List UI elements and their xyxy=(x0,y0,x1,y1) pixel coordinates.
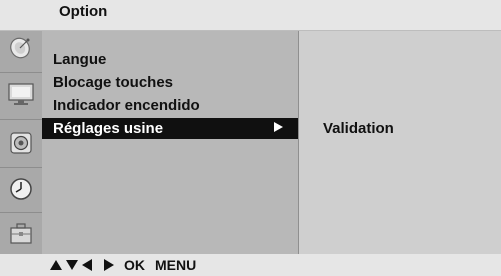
menu-key-label: MENU xyxy=(155,257,197,273)
arrow-up-icon xyxy=(50,260,62,270)
ok-key-label: OK xyxy=(124,257,145,273)
menu-item-reglages-usine[interactable]: Réglages usine xyxy=(42,118,298,139)
icon-divider xyxy=(0,119,42,120)
arrow-left-icon xyxy=(82,259,92,271)
category-icon-strip xyxy=(0,31,42,254)
menu-item-langue[interactable]: Langue xyxy=(42,49,298,70)
monitor-picture-icon[interactable] xyxy=(5,78,37,110)
option-toolbox-icon[interactable] xyxy=(5,218,37,250)
navigation-hint: OK MENU xyxy=(50,257,196,273)
submenu-item-validation[interactable]: Validation xyxy=(323,120,394,138)
speaker-audio-icon[interactable] xyxy=(5,127,37,159)
menu-title: Option xyxy=(59,3,108,20)
submenu-panel xyxy=(299,31,501,254)
navigation-hint-bar: OK MENU xyxy=(0,254,501,276)
menu-header: Option xyxy=(0,0,501,30)
arrow-down-icon xyxy=(66,260,78,270)
menu-item-label: Langue xyxy=(53,50,107,68)
clock-time-icon[interactable] xyxy=(5,173,37,205)
menu-item-label: Réglages usine xyxy=(53,119,164,137)
satellite-dish-icon[interactable] xyxy=(5,33,37,65)
icon-divider xyxy=(0,167,42,168)
icon-divider xyxy=(0,212,42,213)
submenu-arrow-icon xyxy=(274,122,283,132)
menu-item-label: Blocage touches xyxy=(53,73,174,91)
menu-item-indicador-encendido[interactable]: Indicador encendido xyxy=(42,95,298,116)
menu-item-label: Indicador encendido xyxy=(53,96,200,114)
menu-item-blocage-touches[interactable]: Blocage touches xyxy=(42,72,298,93)
icon-divider xyxy=(0,72,42,73)
arrow-right-icon xyxy=(104,259,114,271)
